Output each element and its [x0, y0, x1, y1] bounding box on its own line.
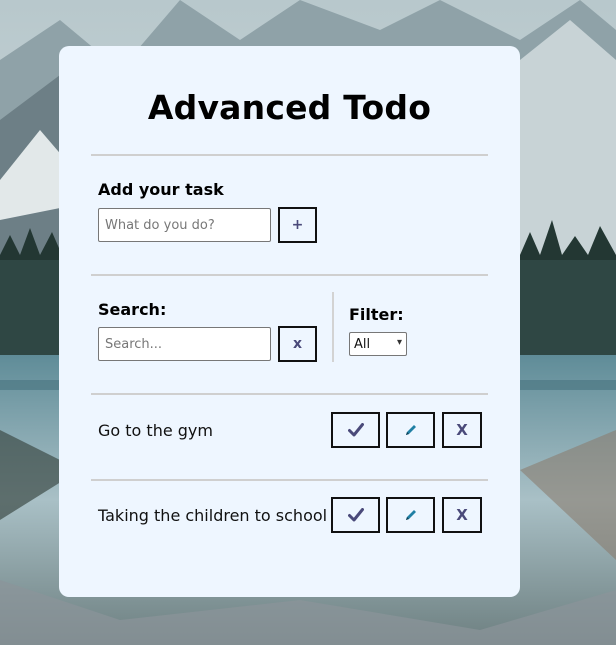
add-task-input[interactable] — [98, 208, 271, 242]
close-icon: X — [456, 506, 468, 524]
chevron-down-icon: ▾ — [396, 337, 402, 348]
add-button-label: + — [291, 217, 304, 233]
task-remove-button[interactable]: X — [442, 497, 482, 533]
filter-select[interactable]: All ▾ — [349, 332, 407, 356]
clear-search-label: x — [292, 336, 303, 352]
close-icon: X — [456, 421, 468, 439]
task-edit-button[interactable] — [386, 497, 435, 533]
search-input[interactable] — [98, 327, 271, 361]
task-edit-button[interactable] — [386, 412, 435, 448]
add-task-button[interactable]: + — [278, 207, 317, 243]
todo-card: Advanced Todo Add your task + Search: x … — [59, 46, 520, 597]
divider-top — [91, 154, 488, 156]
clear-search-button[interactable]: x — [278, 326, 317, 362]
task-remove-button[interactable]: X — [442, 412, 482, 448]
divider-task — [91, 479, 488, 481]
divider-search — [91, 393, 488, 395]
divider-add — [91, 274, 488, 276]
app-title: Advanced Todo — [147, 88, 432, 127]
check-icon — [347, 423, 364, 437]
task-complete-button[interactable] — [331, 412, 380, 448]
filter-selected-value: All — [354, 336, 371, 352]
check-icon — [347, 508, 364, 522]
pen-icon — [405, 425, 416, 435]
task-text: Go to the gym — [98, 421, 213, 440]
search-filter-separator — [332, 292, 334, 362]
task-text: Taking the children to school — [98, 506, 328, 525]
pen-icon — [405, 510, 416, 520]
task-complete-button[interactable] — [331, 497, 380, 533]
add-task-label: Add your task — [98, 180, 224, 199]
search-label: Search: — [98, 300, 167, 319]
filter-label: Filter: — [349, 305, 404, 324]
